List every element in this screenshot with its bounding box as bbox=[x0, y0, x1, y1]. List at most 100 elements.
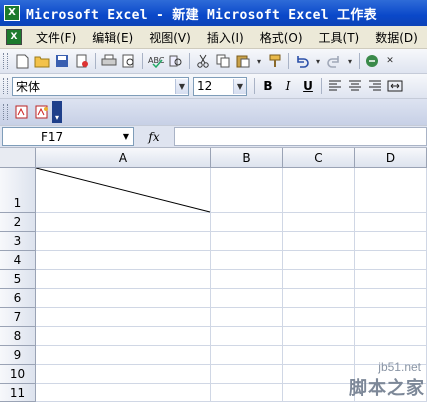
menu-edit[interactable]: 编辑(E) bbox=[84, 29, 141, 46]
excel-app-icon[interactable]: X bbox=[4, 5, 20, 21]
cell-d6[interactable] bbox=[355, 289, 427, 308]
cell-d3[interactable] bbox=[355, 232, 427, 251]
workbook-icon[interactable]: X bbox=[6, 29, 22, 45]
row-header-2[interactable]: 2 bbox=[0, 213, 36, 232]
format-painter-icon[interactable] bbox=[267, 53, 283, 69]
underline-button[interactable]: U bbox=[299, 77, 317, 95]
cell-c5[interactable] bbox=[283, 270, 355, 289]
row-header-3[interactable]: 3 bbox=[0, 232, 36, 251]
cell-b7[interactable] bbox=[211, 308, 283, 327]
cut-icon[interactable] bbox=[195, 53, 211, 69]
name-box[interactable]: F17 ▼ bbox=[2, 127, 134, 146]
column-header-d[interactable]: D bbox=[355, 148, 427, 168]
new-document-icon[interactable] bbox=[14, 53, 30, 69]
menu-view[interactable]: 视图(V) bbox=[141, 29, 199, 46]
align-left-icon[interactable] bbox=[326, 77, 344, 95]
merge-center-icon[interactable] bbox=[386, 77, 404, 95]
menu-insert[interactable]: 插入(I) bbox=[199, 29, 252, 46]
save-icon[interactable] bbox=[54, 53, 70, 69]
cell-b3[interactable] bbox=[211, 232, 283, 251]
select-all-button[interactable] bbox=[0, 148, 36, 168]
cell-b1[interactable] bbox=[211, 168, 283, 213]
column-header-a[interactable]: A bbox=[36, 148, 211, 168]
open-folder-icon[interactable] bbox=[34, 53, 50, 69]
formula-input[interactable] bbox=[174, 127, 427, 146]
menu-file[interactable]: 文件(F) bbox=[28, 29, 84, 46]
row-header-7[interactable]: 7 bbox=[0, 308, 36, 327]
row-header-1[interactable]: 1 bbox=[0, 168, 36, 213]
cell-a2[interactable] bbox=[36, 213, 211, 232]
toolbar-grip[interactable] bbox=[3, 104, 8, 120]
menu-tools[interactable]: 工具(T) bbox=[311, 29, 368, 46]
cell-a1[interactable] bbox=[36, 168, 211, 213]
cell-a5[interactable] bbox=[36, 270, 211, 289]
paste-dropdown-icon[interactable]: ▾ bbox=[255, 53, 263, 69]
row-header-10[interactable]: 10 bbox=[0, 365, 36, 384]
row-header-9[interactable]: 9 bbox=[0, 346, 36, 365]
cell-c6[interactable] bbox=[283, 289, 355, 308]
print-preview-icon[interactable] bbox=[121, 53, 137, 69]
insert-function-button[interactable]: fx bbox=[134, 130, 174, 144]
cell-d2[interactable] bbox=[355, 213, 427, 232]
cell-a11[interactable] bbox=[36, 384, 211, 402]
chevron-down-icon[interactable]: ▼ bbox=[119, 132, 133, 141]
font-name-combo[interactable]: 宋体 ▼ bbox=[12, 76, 189, 96]
cell-c1[interactable] bbox=[283, 168, 355, 213]
cell-a4[interactable] bbox=[36, 251, 211, 270]
hyperlink-icon[interactable] bbox=[365, 53, 381, 69]
align-center-icon[interactable] bbox=[346, 77, 364, 95]
cell-c2[interactable] bbox=[283, 213, 355, 232]
research-icon[interactable] bbox=[168, 53, 184, 69]
cell-a9[interactable] bbox=[36, 346, 211, 365]
cell-a8[interactable] bbox=[36, 327, 211, 346]
cell-b5[interactable] bbox=[211, 270, 283, 289]
font-size-combo[interactable]: 12 ▼ bbox=[193, 76, 247, 96]
italic-button[interactable]: I bbox=[279, 77, 297, 95]
row-header-11[interactable]: 11 bbox=[0, 384, 36, 402]
more-buttons-icon[interactable]: ✕ bbox=[385, 53, 395, 69]
undo-dropdown-icon[interactable]: ▾ bbox=[314, 53, 322, 69]
row-header-8[interactable]: 8 bbox=[0, 327, 36, 346]
pdf-create-icon[interactable] bbox=[14, 104, 30, 120]
menu-data[interactable]: 数据(D) bbox=[367, 29, 426, 46]
redo-dropdown-icon[interactable]: ▾ bbox=[346, 53, 354, 69]
toolbar-grip[interactable] bbox=[3, 78, 8, 94]
align-right-icon[interactable] bbox=[366, 77, 384, 95]
cell-c3[interactable] bbox=[283, 232, 355, 251]
cell-c7[interactable] bbox=[283, 308, 355, 327]
undo-icon[interactable] bbox=[294, 53, 310, 69]
cell-a10[interactable] bbox=[36, 365, 211, 384]
cell-d4[interactable] bbox=[355, 251, 427, 270]
cell-b4[interactable] bbox=[211, 251, 283, 270]
cell-b8[interactable] bbox=[211, 327, 283, 346]
copy-icon[interactable] bbox=[215, 53, 231, 69]
toolbar-grip[interactable] bbox=[3, 53, 8, 69]
row-header-5[interactable]: 5 bbox=[0, 270, 36, 289]
cell-b6[interactable] bbox=[211, 289, 283, 308]
column-header-b[interactable]: B bbox=[211, 148, 283, 168]
row-header-4[interactable]: 4 bbox=[0, 251, 36, 270]
chevron-down-icon[interactable]: ▼ bbox=[175, 78, 188, 94]
cell-d5[interactable] bbox=[355, 270, 427, 289]
cell-b9[interactable] bbox=[211, 346, 283, 365]
permission-icon[interactable] bbox=[74, 53, 90, 69]
toolbar-options-icon[interactable]: ▾ bbox=[52, 101, 62, 123]
cell-d7[interactable] bbox=[355, 308, 427, 327]
paste-icon[interactable] bbox=[235, 53, 251, 69]
cell-c4[interactable] bbox=[283, 251, 355, 270]
cell-d1[interactable] bbox=[355, 168, 427, 213]
chevron-down-icon[interactable]: ▼ bbox=[233, 78, 246, 94]
print-icon[interactable] bbox=[101, 53, 117, 69]
bold-button[interactable]: B bbox=[259, 77, 277, 95]
redo-icon[interactable] bbox=[326, 53, 342, 69]
column-header-c[interactable]: C bbox=[283, 148, 355, 168]
cell-b2[interactable] bbox=[211, 213, 283, 232]
menu-format[interactable]: 格式(O) bbox=[252, 29, 311, 46]
cell-b11[interactable] bbox=[211, 384, 283, 402]
cell-a7[interactable] bbox=[36, 308, 211, 327]
cell-a6[interactable] bbox=[36, 289, 211, 308]
spelling-icon[interactable]: ABC bbox=[148, 53, 164, 69]
cell-b10[interactable] bbox=[211, 365, 283, 384]
pdf-email-icon[interactable] bbox=[34, 104, 50, 120]
cell-a3[interactable] bbox=[36, 232, 211, 251]
